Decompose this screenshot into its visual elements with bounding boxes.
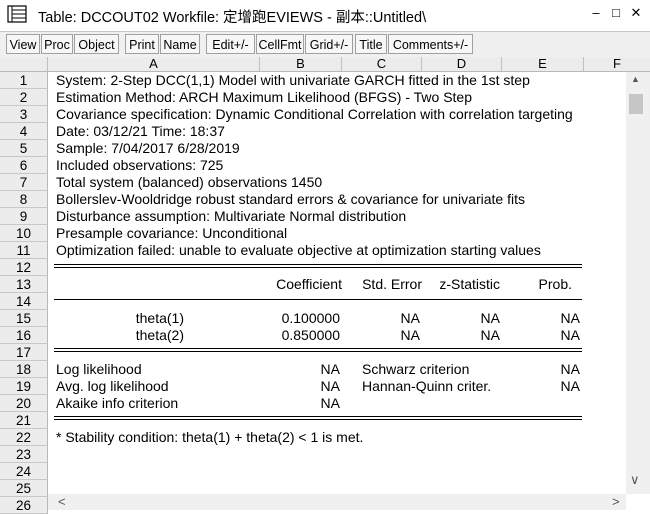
row-header[interactable]: 4: [0, 123, 48, 140]
corner-cell[interactable]: [0, 57, 48, 71]
stat-label[interactable]: Hannan-Quinn criter.: [362, 378, 491, 395]
zstat-value[interactable]: NA: [422, 327, 500, 344]
object-button[interactable]: Object: [74, 34, 119, 54]
row-header[interactable]: 7: [0, 174, 48, 191]
cellfmt-button[interactable]: CellFmt: [256, 34, 304, 54]
stat-label[interactable]: Schwarz criterion: [362, 361, 469, 378]
column-header-d[interactable]: D: [422, 57, 502, 71]
single-rule: [54, 299, 582, 300]
row-header[interactable]: 6: [0, 157, 48, 174]
column-header-c[interactable]: C: [342, 57, 422, 71]
row-header[interactable]: 14: [0, 293, 48, 310]
prob-value[interactable]: NA: [502, 327, 580, 344]
row-header[interactable]: 11: [0, 242, 48, 259]
close-icon[interactable]: ✕: [628, 5, 644, 21]
column-header-a[interactable]: A: [48, 57, 260, 71]
window-title: Table: DCCOUT02 Workfile: 定增跑EVIEWS - 副本…: [38, 10, 427, 26]
stderr-value[interactable]: NA: [342, 327, 420, 344]
proc-button[interactable]: Proc: [41, 34, 73, 54]
column-header-b[interactable]: B: [260, 57, 342, 71]
row-header[interactable]: 25: [0, 480, 48, 497]
row-header[interactable]: 8: [0, 191, 48, 208]
zstat-header[interactable]: z-Statistic: [422, 276, 500, 293]
comments-button[interactable]: Comments+/-: [388, 34, 473, 54]
column-header-f[interactable]: F: [584, 57, 650, 71]
scroll-down-icon[interactable]: ∨: [630, 472, 640, 488]
output-line[interactable]: Estimation Method: ARCH Maximum Likeliho…: [56, 89, 472, 106]
row-header[interactable]: 5: [0, 140, 48, 157]
output-line[interactable]: Disturbance assumption: Multivariate Nor…: [56, 208, 406, 225]
window-title-bar: Table: DCCOUT02 Workfile: 定增跑EVIEWS - 副本…: [0, 0, 650, 30]
vertical-scroll-thumb[interactable]: [629, 94, 643, 114]
row-header[interactable]: 2: [0, 89, 48, 106]
view-button[interactable]: View: [6, 34, 40, 54]
coef-value[interactable]: 0.850000: [262, 327, 340, 344]
column-header-e[interactable]: E: [502, 57, 584, 71]
scroll-left-icon[interactable]: <: [58, 494, 66, 509]
row-header[interactable]: 3: [0, 106, 48, 123]
stability-footnote[interactable]: * Stability condition: theta(1) + theta(…: [56, 429, 363, 446]
row-header[interactable]: 15: [0, 310, 48, 327]
output-line[interactable]: Presample covariance: Unconditional: [56, 225, 287, 242]
scroll-right-icon[interactable]: >: [612, 494, 620, 509]
row-header[interactable]: 26: [0, 497, 48, 514]
stat-value[interactable]: NA: [502, 378, 580, 395]
stat-value[interactable]: NA: [502, 361, 580, 378]
zstat-value[interactable]: NA: [422, 310, 500, 327]
stat-value[interactable]: NA: [262, 378, 340, 395]
output-line[interactable]: System: 2-Step DCC(1,1) Model with univa…: [56, 72, 530, 89]
output-line[interactable]: Included observations: 725: [56, 157, 223, 174]
vertical-scrollbar[interactable]: ▲ ∨: [626, 72, 650, 494]
table-icon: [7, 5, 27, 23]
row-header[interactable]: 1: [0, 72, 48, 89]
output-line[interactable]: Optimization failed: unable to evaluate …: [56, 242, 541, 259]
output-line[interactable]: Covariance specification: Dynamic Condit…: [56, 106, 573, 123]
row-header[interactable]: 12: [0, 259, 48, 276]
double-rule: [54, 416, 582, 420]
stderr-header[interactable]: Std. Error: [342, 276, 422, 293]
grid-button[interactable]: Grid+/-: [305, 34, 353, 54]
edit-button[interactable]: Edit+/-: [206, 34, 255, 54]
prob-header[interactable]: Prob.: [502, 276, 572, 293]
row-header[interactable]: 18: [0, 361, 48, 378]
column-header-bar: A B C D E F: [0, 57, 650, 72]
output-line[interactable]: Total system (balanced) observations 145…: [56, 174, 322, 191]
stat-value[interactable]: NA: [262, 395, 340, 412]
name-button[interactable]: Name: [160, 34, 200, 54]
coef-header[interactable]: Coefficient: [262, 276, 342, 293]
output-line[interactable]: Date: 03/12/21 Time: 18:37: [56, 123, 225, 140]
double-rule: [54, 348, 582, 352]
row-header[interactable]: 16: [0, 327, 48, 344]
minimize-icon[interactable]: –: [588, 5, 604, 20]
row-header[interactable]: 10: [0, 225, 48, 242]
row-header[interactable]: 23: [0, 446, 48, 463]
horizontal-scrollbar[interactable]: < >: [48, 494, 626, 510]
row-header[interactable]: 19: [0, 378, 48, 395]
output-line[interactable]: Bollerslev-Wooldridge robust standard er…: [56, 191, 525, 208]
coef-name[interactable]: theta(2): [56, 327, 184, 344]
coef-name[interactable]: theta(1): [56, 310, 184, 327]
stat-label[interactable]: Avg. log likelihood: [56, 378, 169, 395]
restore-icon[interactable]: □: [608, 5, 624, 20]
row-header[interactable]: 13: [0, 276, 48, 293]
row-header[interactable]: 22: [0, 429, 48, 446]
stat-value[interactable]: NA: [262, 361, 340, 378]
row-header[interactable]: 17: [0, 344, 48, 361]
row-header[interactable]: 24: [0, 463, 48, 480]
title-button[interactable]: Title: [355, 34, 387, 54]
double-rule: [54, 264, 582, 268]
toolbar: View Proc Object Print Name Edit+/- Cell…: [0, 31, 650, 59]
print-button[interactable]: Print: [125, 34, 159, 54]
stderr-value[interactable]: NA: [342, 310, 420, 327]
row-header[interactable]: 9: [0, 208, 48, 225]
stat-label[interactable]: Log likelihood: [56, 361, 142, 378]
output-line[interactable]: Sample: 7/04/2017 6/28/2019: [56, 140, 240, 157]
row-header[interactable]: 20: [0, 395, 48, 412]
row-header[interactable]: 21: [0, 412, 48, 429]
stat-label[interactable]: Akaike info criterion: [56, 395, 178, 412]
scroll-up-icon[interactable]: ▲: [631, 74, 640, 84]
prob-value[interactable]: NA: [502, 310, 580, 327]
coef-value[interactable]: 0.100000: [262, 310, 340, 327]
